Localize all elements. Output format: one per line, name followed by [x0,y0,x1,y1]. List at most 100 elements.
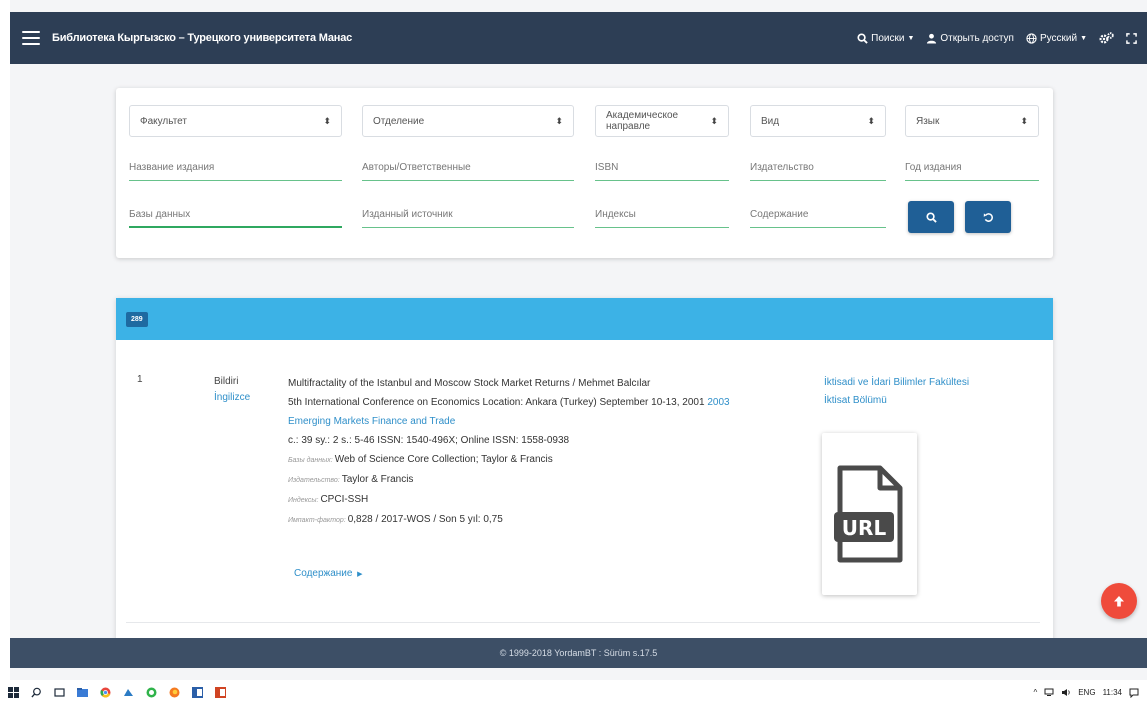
type-select[interactable]: Вид ⬍ [750,105,886,137]
language-menu[interactable]: Русский ▼ [1026,33,1087,44]
faculty-link[interactable]: İktisadi ve İdari Bilimler Fakültesi [824,374,969,392]
year-field[interactable] [905,155,1039,181]
notifications-icon[interactable] [1129,688,1139,698]
contents-input[interactable] [750,209,886,220]
databases-field[interactable] [129,202,342,228]
settings-button[interactable] [1099,32,1114,44]
contents-field[interactable] [750,202,886,228]
department-link[interactable]: İktisat Bölümü [824,392,969,410]
record-impact: Импакт-фактор: 0,828 / 2017-WOS / Son 5 y… [288,510,768,530]
os-taskbar: ^ ENG 11:34 [0,682,1147,703]
search-icon [925,211,937,223]
select-arrows-icon: ⬍ [867,115,875,126]
isbn-field[interactable] [595,155,729,181]
page-footer: © 1999-2018 YordamBT : Sürüm s.17.5 [10,638,1147,668]
publisher-input[interactable] [750,162,886,173]
taskbar-apps [8,687,226,698]
search-button[interactable] [908,201,954,233]
globe-icon [1026,32,1037,44]
results-panel: 289 1 Bildiri İngilizce Multifractality … [116,298,1053,643]
authors-field[interactable] [362,155,574,181]
source-input[interactable] [362,209,574,220]
library-title[interactable]: Библиотека Кыргызско – Турецкого универс… [52,32,352,44]
record-index: Индексы: CPCI-SSH [288,490,768,510]
title-input[interactable] [129,162,342,173]
powerpoint-icon[interactable] [215,687,226,698]
record-type-column: Bildiri İngilizce [214,374,250,406]
type-select-value: Вид [761,115,780,127]
search-menu[interactable]: Поиски ▼ [857,33,914,44]
source-field[interactable] [362,202,574,228]
fullscreen-button[interactable] [1126,32,1137,44]
whatsapp-icon[interactable] [146,687,157,698]
record-faculty: İktisadi ve İdari Bilimler Fakültesi İkt… [824,374,969,410]
journal-link[interactable]: Emerging Markets Finance and Trade [288,412,768,431]
language-select[interactable]: Язык ⬍ [905,105,1039,137]
scroll-to-top-button[interactable] [1101,583,1137,619]
record-databases: Базы данных: Web of Science Core Collecti… [288,450,768,470]
academic-direction-select-value: Академическое направле [606,110,679,132]
select-arrows-icon: ⬍ [555,115,563,126]
url-file-card[interactable]: URL [822,433,917,595]
reset-button[interactable] [965,201,1011,233]
results-count-badge: 289 [126,311,148,327]
select-arrows-icon: ⬍ [710,115,718,126]
year-input[interactable] [905,162,1039,173]
isbn-input[interactable] [595,162,729,173]
academic-direction-select[interactable]: Академическое направле ⬍ [595,105,729,137]
record-title: Multifractality of the Istanbul and Mosc… [288,378,651,389]
open-access-label: Открыть доступ [940,32,1014,44]
department-select-value: Отделение [373,115,425,127]
volume-icon[interactable] [1061,688,1071,697]
row-number: 1 [137,374,143,385]
indexes-input[interactable] [595,209,729,220]
url-file-icon: URL [833,465,902,563]
network-icon[interactable] [1044,688,1054,697]
record-description: Multifractality of the Istanbul and Mosc… [288,374,768,530]
navbar-right: Поиски ▼ Открыть доступ Русский ▼ [857,32,1137,44]
system-tray: ^ ENG 11:34 [1033,688,1139,698]
hamburger-menu-icon[interactable] [22,31,40,45]
language-select-value: Язык [916,115,940,127]
windows-start-icon[interactable] [8,687,19,698]
left-edge [0,0,10,680]
contents-toggle-link[interactable]: Содержание ▶ [294,568,363,579]
databases-label: Базы данных: [288,457,333,464]
arrow-up-icon [1114,596,1124,607]
databases-value: Web of Science Core Collection; Taylor &… [334,454,553,465]
databases-input[interactable] [129,208,342,220]
task-view-icon[interactable] [54,687,65,698]
impact-value: 0,828 / 2017-WOS / Son 5 yıl: 0,75 [347,514,503,525]
undo-icon [983,212,993,222]
chrome-icon[interactable] [100,687,111,698]
title-field[interactable] [129,155,342,181]
taskbar-search-icon[interactable] [31,687,42,698]
record-conference: 5th International Conference on Economic… [288,393,768,412]
faculty-select[interactable]: Факультет ⬍ [129,105,342,137]
url-file-label: URL [841,516,886,540]
top-navbar: Библиотека Кыргызско – Турецкого универс… [10,12,1147,64]
publisher-field[interactable] [750,155,886,181]
clock[interactable]: 11:34 [1103,688,1122,697]
word-icon[interactable] [192,687,203,698]
input-language[interactable]: ENG [1078,688,1095,697]
tray-chevron-up-icon[interactable]: ^ [1033,688,1037,697]
indexes-field[interactable] [595,202,729,228]
impact-label: Импакт-фактор: [288,517,346,524]
index-value: CPCI-SSH [320,494,369,505]
cogs-icon [1099,32,1114,44]
firefox-icon[interactable] [169,687,180,698]
open-access-link[interactable]: Открыть доступ [926,33,1014,44]
file-explorer-icon[interactable] [77,687,88,698]
row-divider [126,622,1040,623]
year-link[interactable]: 2003 [707,397,729,408]
record-language-link[interactable]: İngilizce [214,390,250,406]
expand-icon [1126,32,1137,44]
record-pages: с.: 39 sy.: 2 s.: 5-46 ISSN: 1540-496X; … [288,435,570,446]
department-select[interactable]: Отделение ⬍ [362,105,574,137]
record-type: Bildiri [214,376,239,387]
app-icon[interactable] [123,687,134,698]
footer-copyright: © 1999-2018 YordamBT : Sürüm s.17.5 [499,648,658,658]
user-icon [927,33,937,44]
authors-input[interactable] [362,162,574,173]
